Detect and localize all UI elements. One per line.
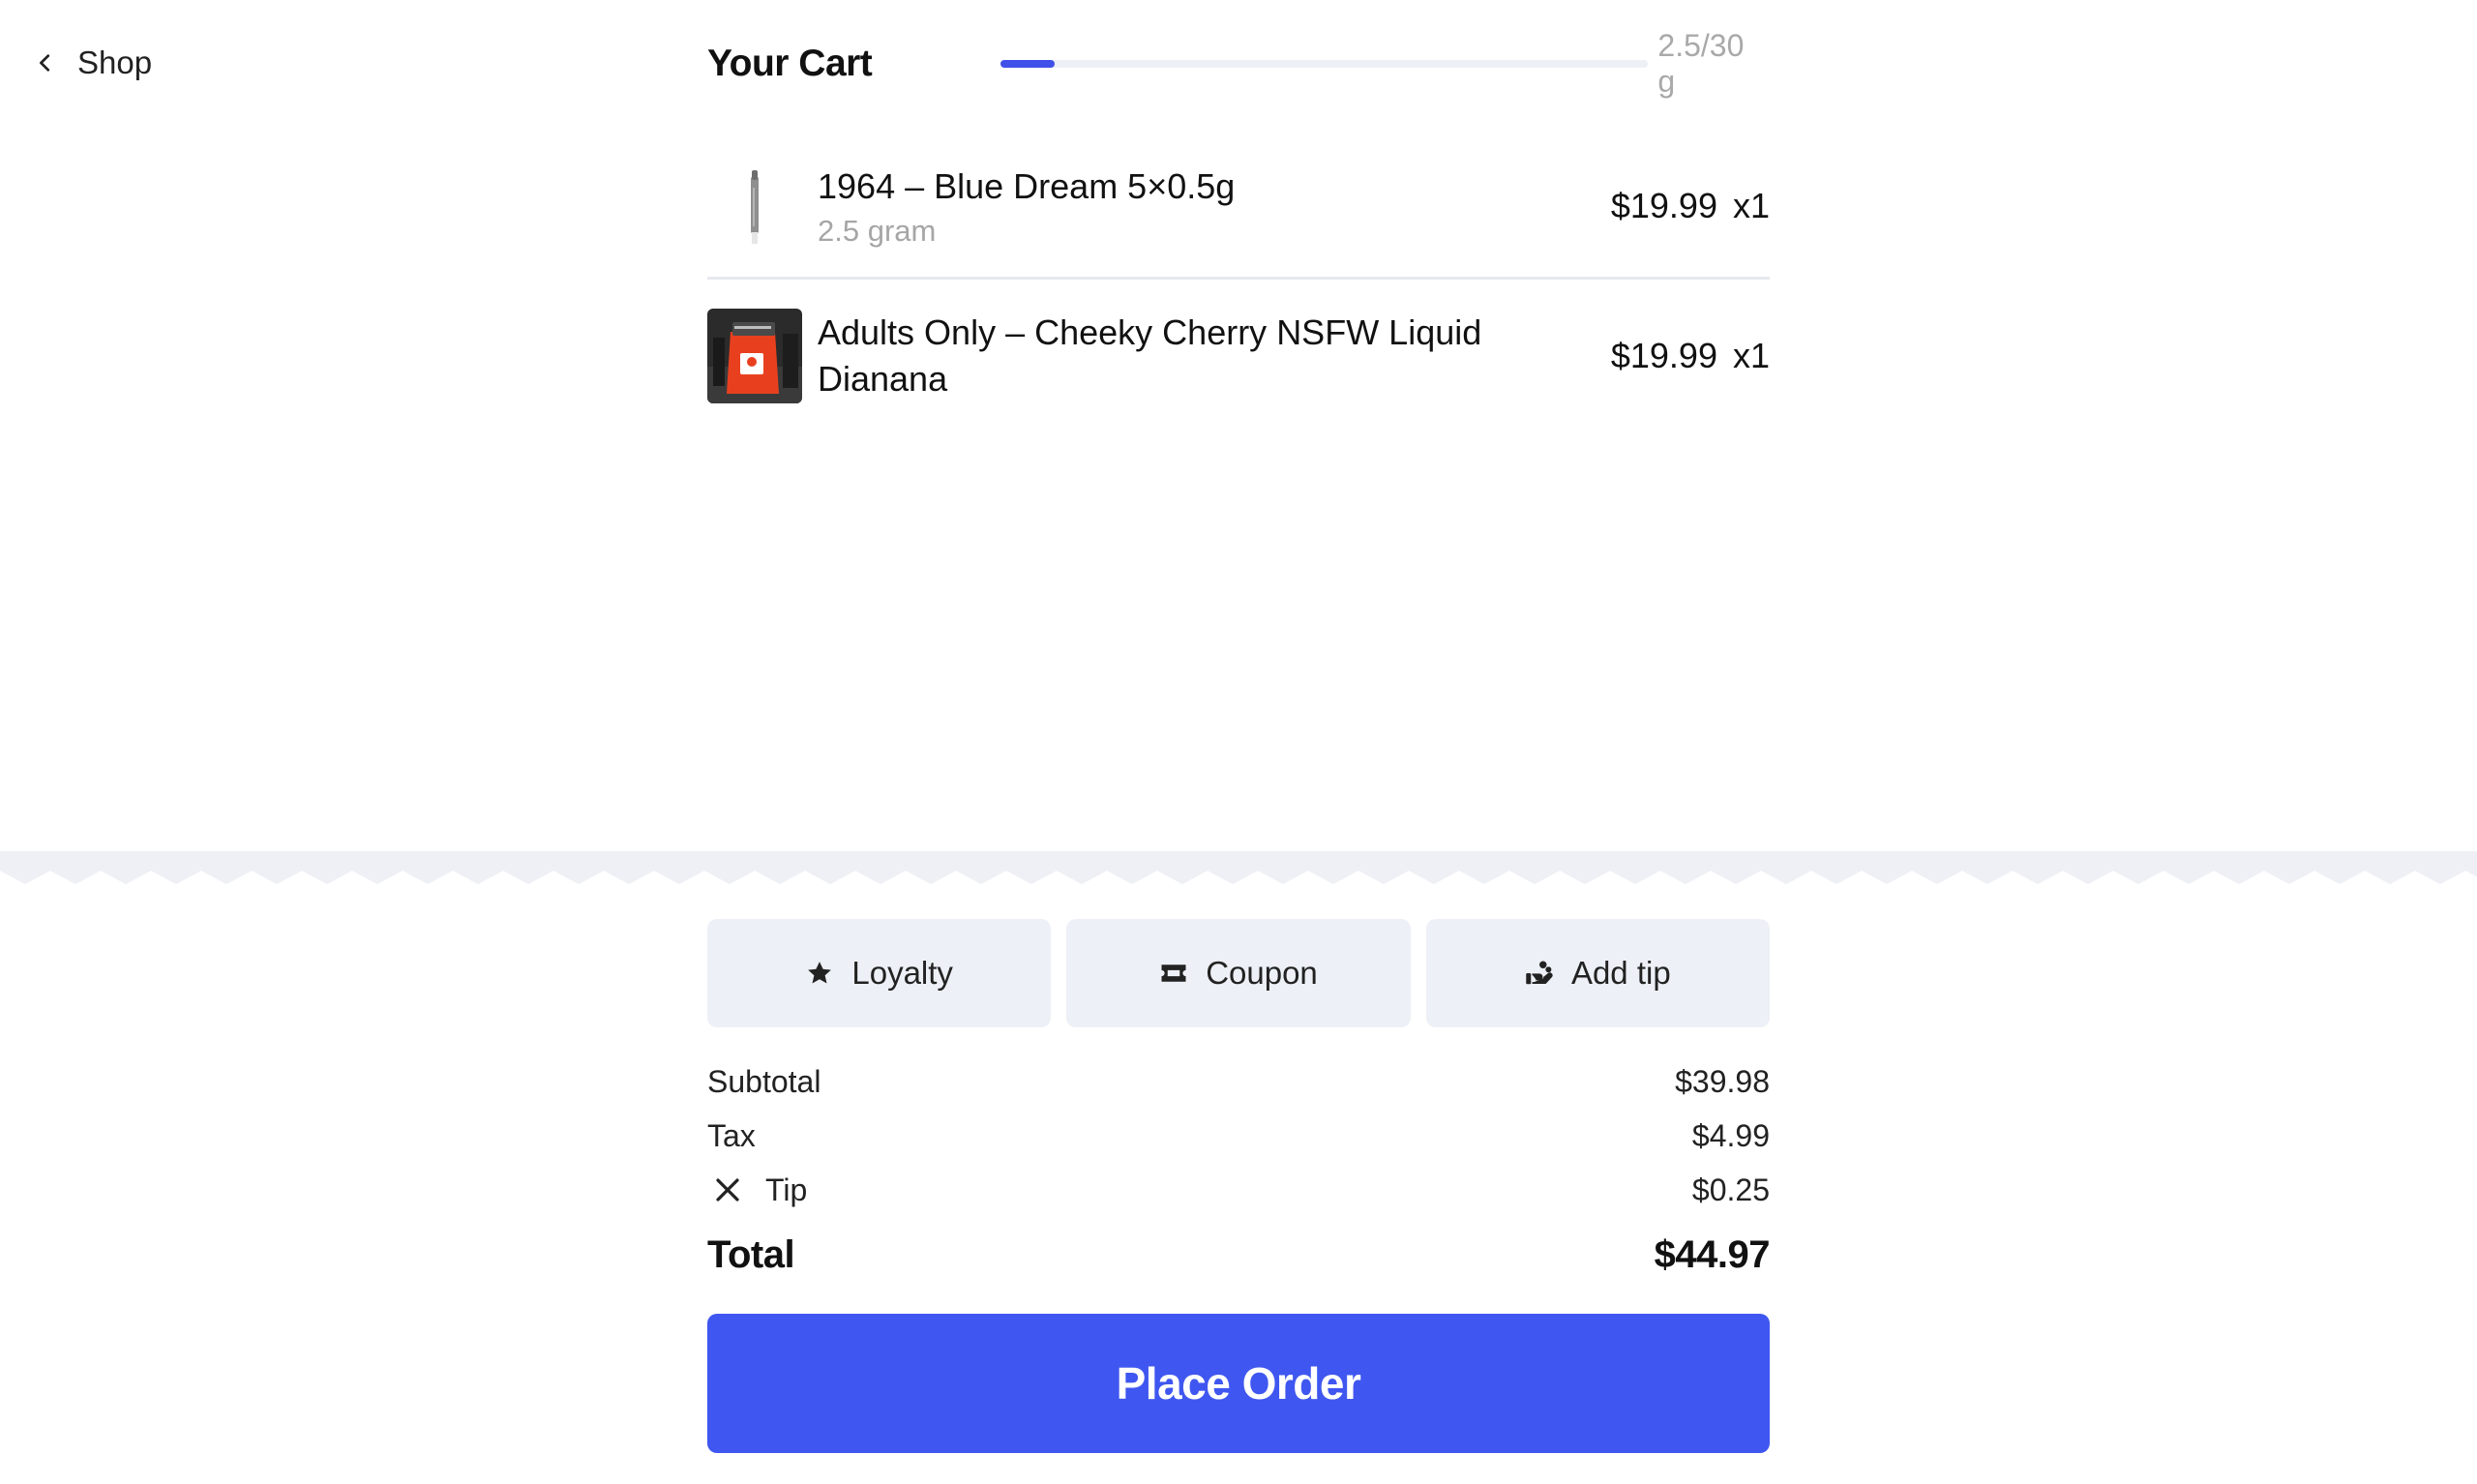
remove-tip-button[interactable] (707, 1170, 748, 1210)
chevron-left-icon (40, 54, 50, 72)
weight-limit-progress-fill (1000, 60, 1055, 68)
tax-label: Tax (707, 1117, 756, 1153)
subtotal-value: $39.98 (1675, 1063, 1770, 1099)
total-row: Total $44.97 (707, 1217, 1771, 1292)
coupon-label: Coupon (1206, 955, 1318, 991)
tip-row: Tip $0.25 (707, 1163, 1770, 1217)
subtotal-row: Subtotal $39.98 (707, 1054, 1770, 1109)
product-thumbnail (707, 159, 802, 253)
coupon-button[interactable]: Coupon (1066, 919, 1411, 1027)
cart-page: Shop Your Cart 2.5/30 g 1964 – Blue Drea… (0, 0, 2477, 1484)
weight-limit-progress-bar (1000, 60, 1649, 68)
cart-item[interactable]: 1964 – Blue Dream 5×0.5g 2.5 gram $19.99… (707, 135, 1770, 277)
cart-item-quantity[interactable]: x1 (1733, 336, 1770, 376)
cart-item-details: Adults Only – Cheeky Cherry NSFW Liquid … (818, 310, 1611, 402)
add-tip-label: Add tip (1570, 955, 1671, 991)
cart-item-name: 1964 – Blue Dream 5×0.5g (818, 166, 1236, 206)
total-value: $44.97 (1654, 1232, 1771, 1276)
product-thumbnail (707, 308, 802, 403)
ticket-icon (1161, 965, 1186, 982)
weight-limit-text: 2.5/30 g (1657, 28, 1745, 99)
cart-item-price: $19.99 (1610, 186, 1717, 225)
place-order-button[interactable]: Place Order (707, 1314, 1770, 1453)
cart-header: Your Cart 2.5/30 g (707, 28, 1770, 99)
back-to-shop-link[interactable]: Shop (35, 39, 152, 87)
tip-label-group: Tip (707, 1170, 807, 1210)
back-label: Shop (77, 45, 153, 80)
order-summary: Subtotal $39.98 Tax $4.99 Tip $0.25 Tota… (707, 1054, 1771, 1292)
add-tip-button[interactable]: Add tip (1425, 919, 1770, 1027)
star-icon (808, 962, 832, 984)
cart-actions: Loyalty Coupon Add tip (707, 919, 1770, 1027)
cart-item-weight: 2.5 gram (818, 214, 937, 248)
page-title: Your Cart (707, 43, 873, 84)
cart-item-quantity[interactable]: x1 (1733, 186, 1770, 226)
cart-items-list: 1964 – Blue Dream 5×0.5g 2.5 gram $19.99… (707, 135, 1770, 431)
loyalty-button[interactable]: Loyalty (707, 919, 1052, 1027)
cart-item-price: $19.99 (1610, 335, 1717, 375)
tip-label: Tip (765, 1172, 808, 1207)
total-label: Total (707, 1232, 795, 1276)
cart-item-details: 1964 – Blue Dream 5×0.5g 2.5 gram (818, 163, 1611, 249)
pre-roll-image (707, 159, 802, 253)
zigzag-divider (0, 851, 2477, 884)
product-bag-image (707, 308, 802, 403)
cart-item-name: Adults Only – Cheeky Cherry NSFW Liquid … (818, 312, 1482, 399)
tax-row: Tax $4.99 (707, 1109, 1770, 1163)
subtotal-label: Subtotal (707, 1063, 821, 1099)
hand-coins-icon (1526, 961, 1553, 985)
close-icon (716, 1178, 739, 1202)
tax-value: $4.99 (1691, 1117, 1770, 1153)
loyalty-label: Loyalty (851, 955, 953, 991)
cart-item[interactable]: Adults Only – Cheeky Cherry NSFW Liquid … (707, 277, 1770, 431)
tip-value: $0.25 (1691, 1172, 1770, 1207)
